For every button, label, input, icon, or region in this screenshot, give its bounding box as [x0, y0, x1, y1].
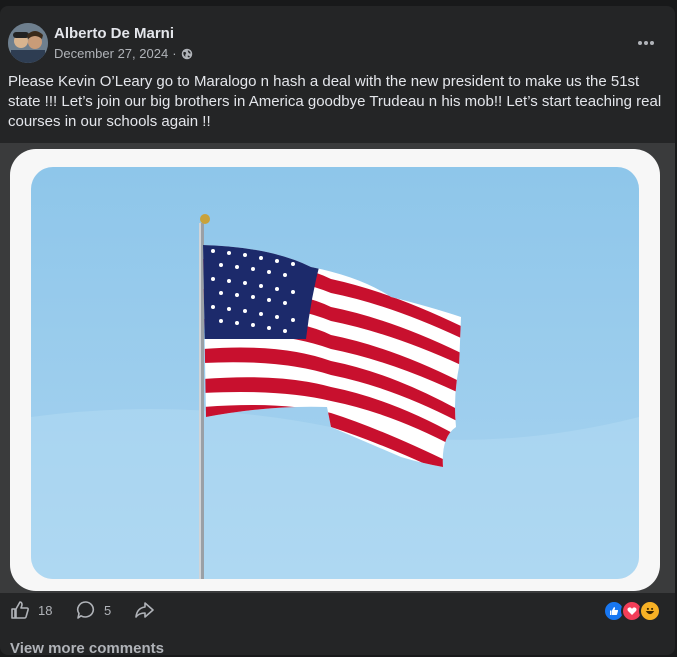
- share-button[interactable]: [134, 600, 154, 620]
- post-header: Alberto De Marni December 27, 2024 ·: [8, 23, 668, 65]
- share-icon: [135, 602, 154, 618]
- like-count: 18: [38, 602, 53, 618]
- more-dots-icon: [638, 41, 654, 45]
- comment-icon: [76, 601, 95, 619]
- flag-illustration: [31, 167, 639, 579]
- more-options-button[interactable]: [628, 25, 664, 61]
- avatar-photo: [8, 23, 48, 63]
- comment-button[interactable]: 5: [76, 600, 111, 620]
- like-button[interactable]: 18: [10, 600, 52, 620]
- reaction-summary[interactable]: [603, 600, 661, 622]
- view-more-comments-link[interactable]: View more comments: [10, 640, 164, 657]
- thumbs-up-icon: [11, 601, 29, 619]
- post-date[interactable]: December 27, 2024: [54, 46, 168, 61]
- american-flag-photo: [31, 167, 639, 579]
- haha-reaction-icon: [639, 600, 661, 622]
- meta-separator: ·: [172, 46, 177, 61]
- post-meta: December 27, 2024 ·: [54, 46, 193, 61]
- globe-icon[interactable]: [181, 48, 193, 60]
- image-frame: [10, 149, 660, 591]
- author-avatar[interactable]: [8, 23, 48, 63]
- post-text: Please Kevin O’Leary go to Maralogo n ha…: [8, 73, 662, 130]
- post-media[interactable]: [0, 143, 675, 593]
- author-name[interactable]: Alberto De Marni: [54, 25, 174, 42]
- post-card: Alberto De Marni December 27, 2024 · Ple…: [0, 6, 675, 657]
- post-actions: 18 5: [0, 596, 675, 626]
- comment-count: 5: [104, 602, 112, 618]
